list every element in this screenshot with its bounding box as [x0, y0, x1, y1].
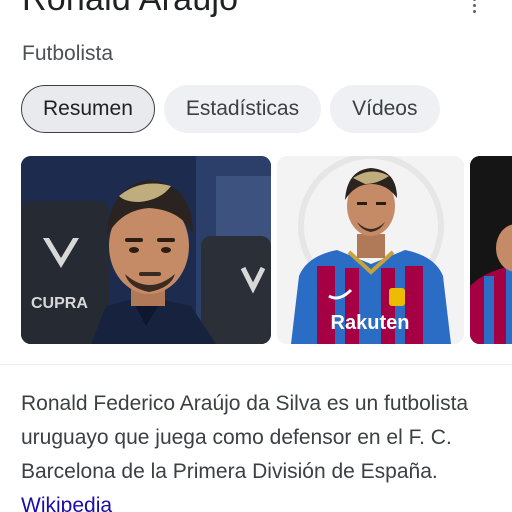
entity-subtitle: Futbolista	[22, 42, 114, 65]
section-divider	[0, 364, 512, 365]
player-kit-illustration: Rakuten	[277, 156, 464, 344]
player-partial-illustration	[470, 156, 512, 344]
tab-estadisticas[interactable]: Estadísticas	[163, 85, 322, 133]
tab-resumen[interactable]: Resumen	[21, 85, 155, 133]
entity-title: Ronald Araújo	[22, 0, 238, 19]
image-carousel[interactable]: CUPRA Rakuten	[21, 156, 512, 344]
sponsor-text: Rakuten	[331, 312, 410, 334]
player-bench-illustration: CUPRA	[21, 156, 271, 344]
wikipedia-link[interactable]: Wikipedia	[21, 494, 112, 512]
entity-description: Ronald Federico Araújo da Silva es un fu…	[21, 387, 496, 512]
knowledge-panel: Ronald Araújo Futbolista Resumen Estadís…	[0, 0, 512, 512]
tab-videos[interactable]: Vídeos	[330, 85, 440, 133]
player-photo-partial[interactable]	[470, 156, 512, 344]
description-text: Ronald Federico Araújo da Silva es un fu…	[21, 392, 469, 483]
player-photo-bench[interactable]: CUPRA	[21, 156, 271, 344]
seat-brand-text: CUPRA	[31, 295, 88, 312]
more-vert-icon[interactable]	[466, 0, 482, 14]
player-photo-kit[interactable]: Rakuten	[277, 156, 464, 344]
club-crest	[389, 288, 405, 306]
tab-bar: Resumen Estadísticas Vídeos	[21, 85, 440, 133]
